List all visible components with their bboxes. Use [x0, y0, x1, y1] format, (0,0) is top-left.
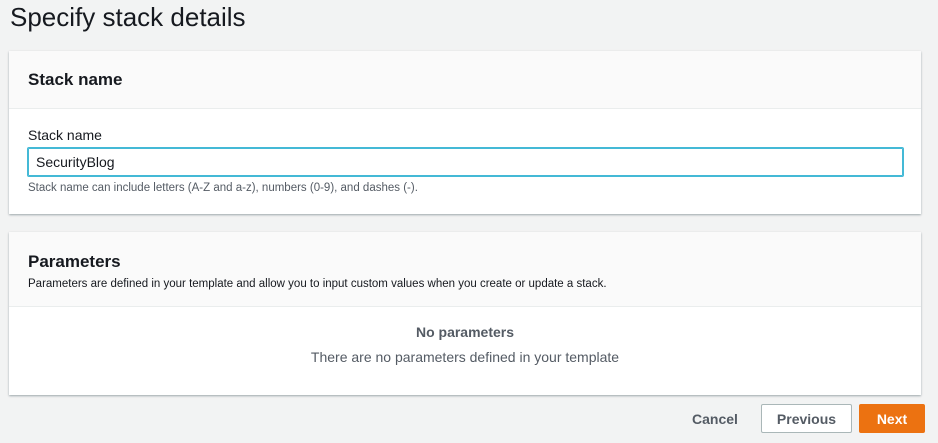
- parameters-description: Parameters are defined in your template …: [28, 278, 607, 290]
- panel-header: Stack name: [9, 51, 921, 109]
- parameters-panel: Parameters Parameters are defined in you…: [9, 232, 921, 395]
- page-title: Specify stack details: [10, 2, 246, 32]
- empty-state: No parameters There are no parameters de…: [9, 324, 921, 365]
- panel-header: Parameters Parameters are defined in you…: [9, 232, 921, 307]
- stack-name-panel: Stack name Stack name Stack name can inc…: [9, 51, 921, 214]
- cancel-button[interactable]: Cancel: [684, 404, 746, 433]
- stack-name-label: Stack name: [28, 127, 102, 143]
- previous-button[interactable]: Previous: [761, 404, 852, 433]
- empty-text: There are no parameters defined in your …: [310, 349, 620, 365]
- stack-name-input[interactable]: [27, 147, 904, 177]
- stack-name-hint: Stack name can include letters (A-Z and …: [28, 182, 418, 194]
- empty-title: No parameters: [415, 324, 515, 340]
- panel-title: Parameters: [28, 252, 121, 271]
- panel-title: Stack name: [28, 70, 123, 89]
- next-button[interactable]: Next: [859, 404, 925, 433]
